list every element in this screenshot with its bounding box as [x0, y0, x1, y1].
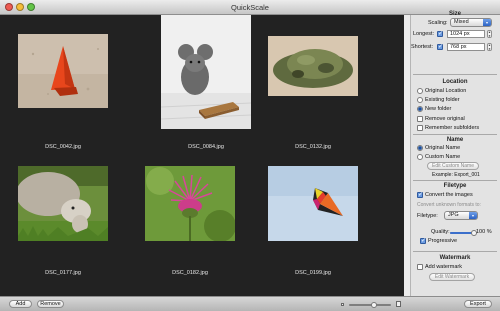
- thumbnail-filename: DSC_0132.jpg: [295, 144, 331, 150]
- thumbnail-filename: DSC_0084.jpg: [188, 144, 224, 150]
- custom-name-radio[interactable]: [417, 154, 423, 160]
- progressive-label: Progressive: [428, 238, 458, 244]
- flower-photo: [145, 166, 235, 241]
- thumbnail-item[interactable]: DSC_0199.jpg: [268, 166, 358, 276]
- add-watermark-checkbox[interactable]: [417, 264, 423, 270]
- thumbnail-filename: DSC_0182.jpg: [172, 270, 208, 276]
- remember-subfolders-label: Remember subfolders: [425, 125, 480, 131]
- thumbnail-filename: DSC_0042.jpg: [45, 144, 81, 150]
- thumbnail-item[interactable]: DSC_0042.jpg: [18, 33, 108, 150]
- quality-label: Quality:: [431, 229, 450, 235]
- location-original-radio[interactable]: [417, 88, 423, 94]
- divider: [413, 180, 497, 181]
- longest-stepper[interactable]: ▴ ▾: [487, 30, 492, 38]
- add-watermark-label: Add watermark: [425, 264, 462, 270]
- hat-photo: [268, 36, 358, 96]
- add-button[interactable]: Add: [9, 300, 32, 308]
- shortest-label: Shortest:: [411, 44, 434, 50]
- convert-images-label: Convert the images: [425, 192, 473, 198]
- watermark-section-title: Watermark: [439, 255, 471, 261]
- remove-original-checkbox[interactable]: [417, 116, 423, 122]
- remember-subfolders-checkbox[interactable]: [417, 125, 423, 131]
- edit-custom-name-button[interactable]: Edit Custom Name: [427, 162, 479, 170]
- app-window: QuickScale DSC_0042.jpg DSC_0084.jpg DSC…: [0, 0, 500, 311]
- sidebar-scrollbar[interactable]: [404, 15, 411, 296]
- divider: [413, 134, 497, 135]
- original-name-radio[interactable]: [417, 145, 423, 151]
- thumbnail-item[interactable]: DSC_0182.jpg: [145, 166, 235, 276]
- filetype-section-title: Filetype: [443, 183, 467, 189]
- filetype-select[interactable]: JPG ▾: [444, 211, 478, 220]
- image-grid[interactable]: DSC_0042.jpg DSC_0084.jpg DSC_0132.jpg D…: [0, 15, 404, 296]
- size-section-title: Size: [448, 11, 461, 17]
- name-example: Example: Export_001: [432, 172, 480, 178]
- scaling-value: Mixed: [454, 19, 469, 25]
- sheep-photo: [18, 166, 108, 241]
- quality-value: 100 %: [476, 229, 492, 235]
- scaling-select[interactable]: Mixed ▾: [450, 18, 492, 27]
- location-original-label: Original Location: [425, 88, 467, 94]
- shortest-checkbox[interactable]: [437, 43, 443, 50]
- zoom-small-icon: [341, 303, 344, 306]
- shortest-field[interactable]: 768 px: [447, 43, 485, 51]
- name-section-title: Name: [446, 137, 464, 143]
- location-existing-radio[interactable]: [417, 97, 423, 103]
- location-new-folder-label: New folder: [425, 106, 452, 112]
- custom-name-label: Custom Name: [425, 154, 461, 160]
- original-name-label: Original Name: [425, 145, 461, 151]
- thumbnail-filename: DSC_0199.jpg: [295, 270, 331, 276]
- remove-button[interactable]: Remove: [37, 300, 64, 308]
- location-existing-label: Existing folder: [425, 97, 460, 103]
- shortest-stepper[interactable]: ▴ ▾: [487, 43, 492, 51]
- edit-watermark-button[interactable]: Edit Watermark: [429, 273, 475, 281]
- thumbnail-filename: DSC_0177.jpg: [45, 270, 81, 276]
- longest-label: Longest:: [413, 31, 435, 37]
- longest-checkbox[interactable]: [437, 30, 443, 37]
- mouse-photo: [161, 15, 251, 129]
- thumbnail-item[interactable]: DSC_0177.jpg: [18, 166, 108, 276]
- zoom-slider[interactable]: [349, 302, 391, 308]
- remove-original-label: Remove original: [425, 116, 465, 122]
- thumbnail-item[interactable]: DSC_0084.jpg: [161, 15, 251, 150]
- location-section-title: Location: [442, 79, 468, 85]
- thumbnail-item[interactable]: DSC_0132.jpg: [268, 36, 358, 150]
- select-arrow-icon: ▾: [469, 212, 477, 219]
- filetype-value: JPG: [448, 212, 459, 218]
- cone-photo: [18, 34, 108, 108]
- kite-photo: [268, 166, 358, 241]
- convert-images-checkbox[interactable]: [417, 191, 423, 198]
- location-new-folder-radio[interactable]: [417, 106, 423, 112]
- progressive-checkbox[interactable]: [420, 237, 426, 244]
- scaling-label: Scaling:: [428, 20, 448, 26]
- filetype-label: Filetype:: [417, 213, 438, 219]
- select-arrow-icon: ▾: [483, 19, 491, 26]
- zoom-large-icon: [396, 301, 401, 307]
- divider: [413, 251, 497, 252]
- convert-unknown-label: Convert unknown formats to:: [417, 202, 481, 208]
- zoom-slider-knob[interactable]: [371, 302, 378, 308]
- quality-slider[interactable]: [450, 230, 477, 236]
- bottom-toolbar: Add Remove Export: [0, 296, 500, 311]
- divider: [413, 74, 497, 75]
- export-button[interactable]: Export: [464, 300, 492, 308]
- longest-field[interactable]: 1024 px: [447, 30, 485, 38]
